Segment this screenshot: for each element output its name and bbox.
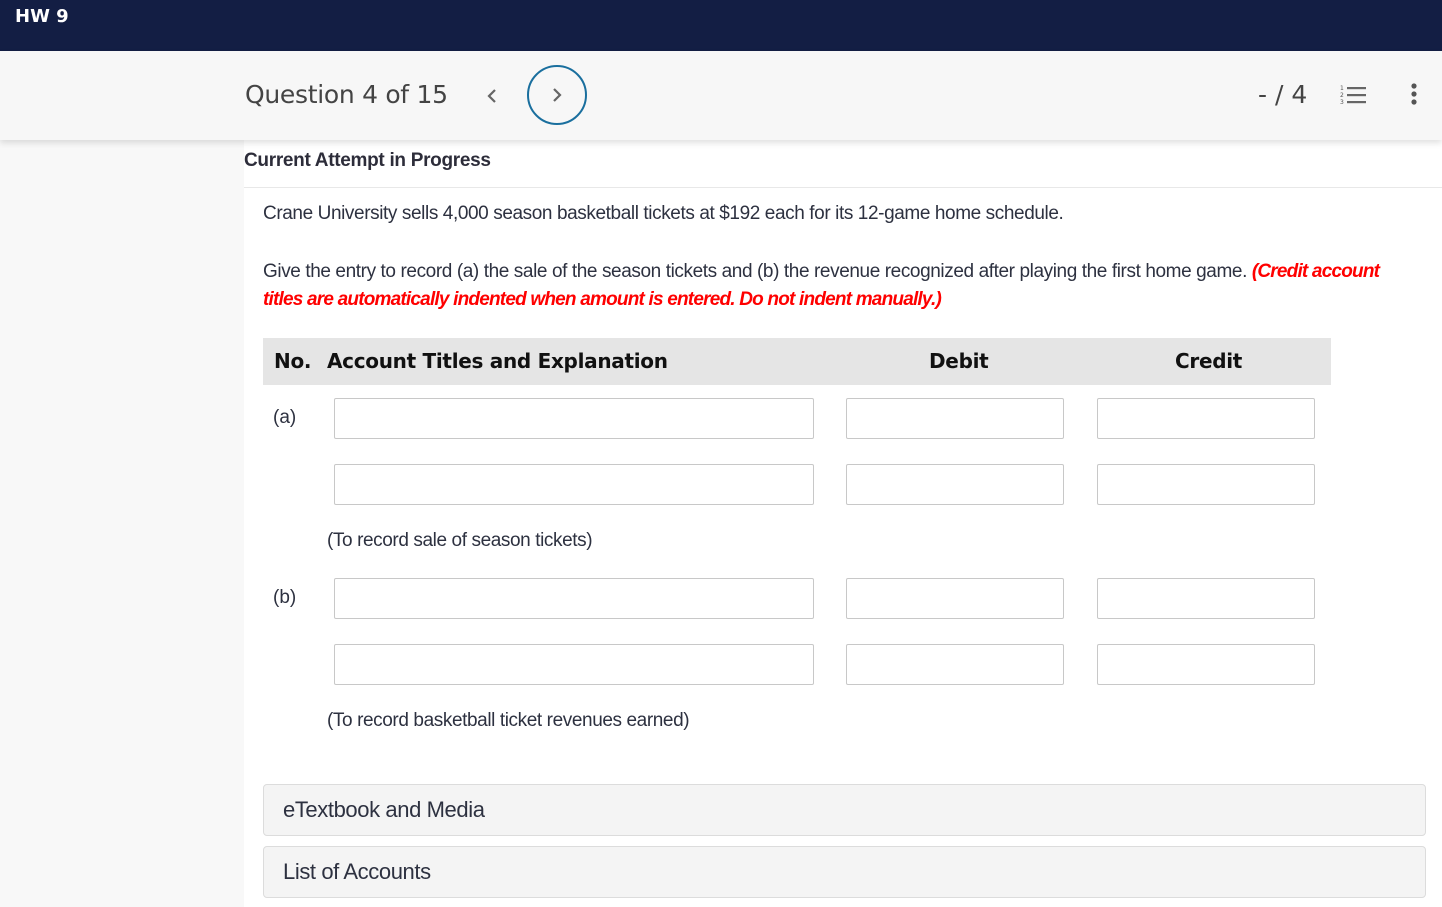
- attempt-status: Current Attempt in Progress: [244, 150, 491, 171]
- entry-label-b: (b): [273, 587, 297, 608]
- account-input-a1[interactable]: [334, 398, 814, 439]
- question-content: Current Attempt in Progress Crane Univer…: [244, 140, 1442, 907]
- instruction-body: Give the entry to record (a) the sale of…: [263, 261, 1252, 282]
- header-credit: Credit: [1175, 349, 1243, 373]
- credit-input-b1[interactable]: [1097, 578, 1315, 619]
- credit-input-a2[interactable]: [1097, 464, 1315, 505]
- chevron-left-icon: [487, 89, 496, 103]
- more-options-button[interactable]: [1405, 81, 1423, 109]
- score-display: - / 4: [1258, 80, 1308, 109]
- header-account: Account Titles and Explanation: [327, 349, 668, 373]
- debit-input-a2[interactable]: [846, 464, 1064, 505]
- assignment-title: HW 9: [15, 6, 69, 27]
- numbered-list-icon: 1 2 3: [1340, 85, 1366, 106]
- debit-input-b2[interactable]: [846, 644, 1064, 685]
- question-list-button[interactable]: 1 2 3: [1340, 83, 1368, 107]
- instruction-text: Give the entry to record (a) the sale of…: [263, 258, 1403, 314]
- entry-explanation-a: (To record sale of season tickets): [327, 530, 593, 551]
- header-no: No.: [274, 349, 312, 373]
- previous-question-button[interactable]: [480, 82, 504, 110]
- header-debit: Debit: [929, 349, 989, 373]
- entry-explanation-b: (To record basketball ticket revenues ea…: [327, 710, 690, 731]
- debit-input-b1[interactable]: [846, 578, 1064, 619]
- account-input-b1[interactable]: [334, 578, 814, 619]
- divider: [244, 187, 1442, 188]
- journal-table-header: No. Account Titles and Explanation Debit…: [263, 338, 1331, 385]
- list-of-accounts-accordion[interactable]: List of Accounts: [263, 846, 1426, 898]
- svg-text:3: 3: [1340, 99, 1344, 106]
- question-counter: Question 4 of 15: [245, 80, 448, 109]
- account-input-a2[interactable]: [334, 464, 814, 505]
- account-input-b2[interactable]: [334, 644, 814, 685]
- chevron-right-icon: [553, 88, 562, 102]
- kebab-menu-icon: [1411, 83, 1417, 105]
- accordion-label: List of Accounts: [283, 859, 431, 884]
- svg-text:2: 2: [1340, 92, 1344, 99]
- credit-input-a1[interactable]: [1097, 398, 1315, 439]
- etextbook-accordion[interactable]: eTextbook and Media: [263, 784, 1426, 836]
- svg-text:1: 1: [1340, 85, 1344, 92]
- entry-label-a: (a): [273, 407, 297, 428]
- next-question-button[interactable]: [527, 65, 587, 125]
- top-bar: HW 9: [0, 0, 1442, 51]
- problem-text: Crane University sells 4,000 season bask…: [263, 203, 1064, 224]
- credit-input-b2[interactable]: [1097, 644, 1315, 685]
- debit-input-a1[interactable]: [846, 398, 1064, 439]
- question-header: Question 4 of 15 - / 4 1 2 3: [0, 51, 1442, 140]
- accordion-label: eTextbook and Media: [283, 797, 485, 822]
